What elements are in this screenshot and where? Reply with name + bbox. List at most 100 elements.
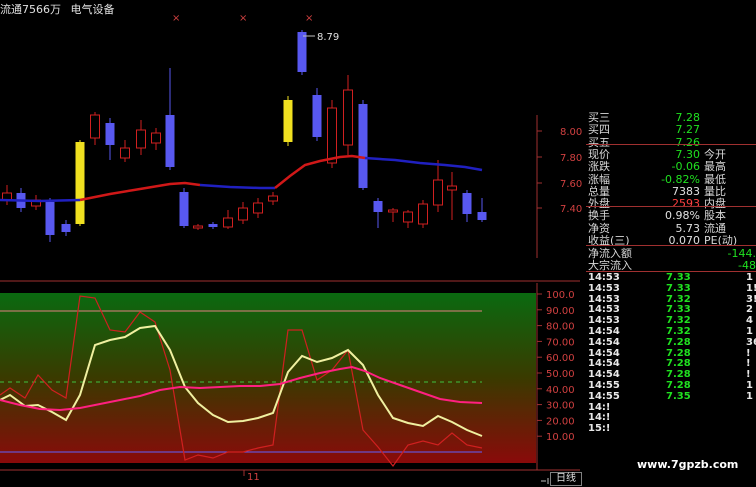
tick-volume: 1 bbox=[746, 390, 753, 402]
tick-volume: 1! bbox=[746, 282, 756, 294]
tick-row: 14:53 7.33 1 bbox=[586, 272, 756, 284]
quote-label-2: 股本 bbox=[704, 209, 726, 223]
quote-separator bbox=[586, 206, 756, 207]
candle-body bbox=[165, 115, 175, 167]
tick-row: 14:! bbox=[586, 402, 756, 414]
quote-label: 涨幅 bbox=[588, 172, 610, 186]
price-axis-label: 7.80 bbox=[560, 153, 582, 164]
quote-value: 0.98% bbox=[665, 209, 700, 223]
top-marker: × bbox=[172, 13, 180, 24]
tick-volume: 1 bbox=[746, 380, 753, 391]
tick-time: 14:54 bbox=[588, 336, 620, 348]
tick-price: 7.32 bbox=[666, 326, 691, 337]
candle-body bbox=[208, 224, 218, 227]
candle-body-up bbox=[136, 129, 146, 149]
indicator-axis-label: 100.0 bbox=[546, 290, 575, 301]
candle-body bbox=[105, 123, 115, 145]
candle-body-up bbox=[268, 195, 278, 202]
indicator-axis-label: 70.00 bbox=[546, 337, 575, 348]
quote-row: 买五 7.26 bbox=[586, 136, 756, 149]
quote-label-2: 今开 bbox=[704, 147, 726, 161]
candle-body bbox=[179, 192, 189, 226]
indicator-axis-label: 80.00 bbox=[546, 322, 575, 333]
indicator-axis-label: 90.00 bbox=[546, 306, 575, 317]
candle-body bbox=[312, 95, 322, 137]
tick-row: 14:53 7.33 1! bbox=[586, 282, 756, 295]
watermark: www.7gpzb.com bbox=[637, 458, 739, 471]
quote-value: 7.27 bbox=[675, 123, 701, 137]
candle-body-up bbox=[418, 203, 428, 225]
candle-body-up bbox=[327, 107, 337, 164]
ma-line-red-2 bbox=[274, 154, 366, 189]
candle-body bbox=[45, 202, 55, 235]
tick-price: 7.35 bbox=[666, 390, 691, 402]
tick-volume: 1 bbox=[746, 326, 753, 337]
candle-body-up bbox=[403, 211, 413, 223]
candle-body bbox=[477, 212, 487, 220]
quote-row: 买四 7.27 bbox=[586, 123, 756, 136]
tick-price: 7.28 bbox=[666, 336, 691, 348]
top-marker: × bbox=[239, 13, 247, 24]
quote-value: -0.06 bbox=[671, 160, 700, 174]
tick-price: 7.33 bbox=[666, 272, 691, 283]
candle-body bbox=[297, 32, 307, 72]
candle-body-up bbox=[151, 132, 161, 144]
tick-price: 7.33 bbox=[666, 282, 691, 294]
candle-body-up bbox=[238, 207, 248, 221]
quote-label: 现价 bbox=[588, 147, 610, 161]
candle-body-up bbox=[447, 185, 457, 191]
quote-label-2: 最低 bbox=[704, 172, 726, 186]
indicator-axis-label: 60.00 bbox=[546, 353, 575, 364]
candle-body-up bbox=[120, 147, 130, 159]
tick-row: 14:55 7.35 1 bbox=[586, 390, 756, 403]
quote-label-2: 量比 bbox=[704, 184, 726, 198]
quote-label: 买五 bbox=[588, 135, 610, 149]
quote-row: 净资 5.73 流通 bbox=[586, 222, 756, 235]
candle-body-up bbox=[388, 209, 398, 213]
tick-time: 14:55 bbox=[588, 380, 620, 391]
candle-body-up bbox=[253, 202, 263, 214]
stock-chart-window: 流通7566万 电气设备 × × × 8.00 7.80 7.60 7.40 8.79 bbox=[0, 0, 756, 487]
ma-line-blue-right bbox=[364, 156, 483, 172]
indicator-background bbox=[0, 293, 536, 463]
tick-time: 15:! bbox=[588, 423, 611, 435]
tick-row: 14:54 7.28 36! bbox=[586, 336, 756, 349]
quote-value: 7.28 bbox=[675, 111, 701, 124]
quote-value: 5.73 bbox=[675, 221, 701, 235]
quote-value: 7.30 bbox=[675, 147, 701, 161]
quote-value: 7383 bbox=[672, 184, 700, 198]
tick-time: 14:55 bbox=[588, 390, 620, 402]
price-axis-label: 7.60 bbox=[560, 179, 582, 190]
top-marker: × bbox=[305, 13, 313, 24]
indicator-axis-label: 10.00 bbox=[546, 432, 575, 443]
quote-value: 2593 bbox=[672, 197, 700, 211]
quote-label-2: 流通 bbox=[704, 221, 726, 235]
tick-row: 15:! bbox=[586, 424, 756, 435]
candlestick-series bbox=[2, 30, 487, 242]
indicator-axis-label: 50.00 bbox=[546, 369, 575, 380]
candle-body bbox=[373, 201, 383, 212]
indicator-axis-label: 40.00 bbox=[546, 385, 575, 396]
tick-row: 14:55 7.28 1 bbox=[586, 380, 756, 392]
peak-price-label: 8.79 bbox=[317, 32, 339, 43]
tick-volume: 36! bbox=[746, 336, 756, 348]
tick-price: 7.28 bbox=[666, 380, 691, 391]
ma-line-blue-left bbox=[0, 198, 81, 203]
tab-daily[interactable]: 日线 bbox=[550, 472, 582, 486]
quote-label: 涨跌 bbox=[588, 160, 610, 174]
quote-label: 买四 bbox=[588, 123, 610, 137]
quote-row: 现价 7.30 今开 bbox=[586, 148, 756, 161]
price-axis-label: 7.40 bbox=[560, 204, 582, 215]
indicator-axis-label: 20.00 bbox=[546, 416, 575, 427]
tick-time: 14:53 bbox=[588, 272, 620, 283]
tick-row: 14:! bbox=[586, 413, 756, 424]
quote-label: 总量 bbox=[588, 184, 610, 198]
indicator-axis-label: 30.00 bbox=[546, 401, 575, 412]
candle-body-up bbox=[223, 217, 233, 228]
candle-body bbox=[61, 224, 71, 232]
quote-row: 涨幅 -0.82% 最低 bbox=[586, 173, 756, 186]
quote-row: 买三 7.28 bbox=[586, 111, 756, 124]
quote-row: 外盘 2593 内盘 bbox=[586, 197, 756, 210]
quote-value: 7.26 bbox=[675, 135, 701, 149]
quote-separator bbox=[586, 144, 756, 145]
